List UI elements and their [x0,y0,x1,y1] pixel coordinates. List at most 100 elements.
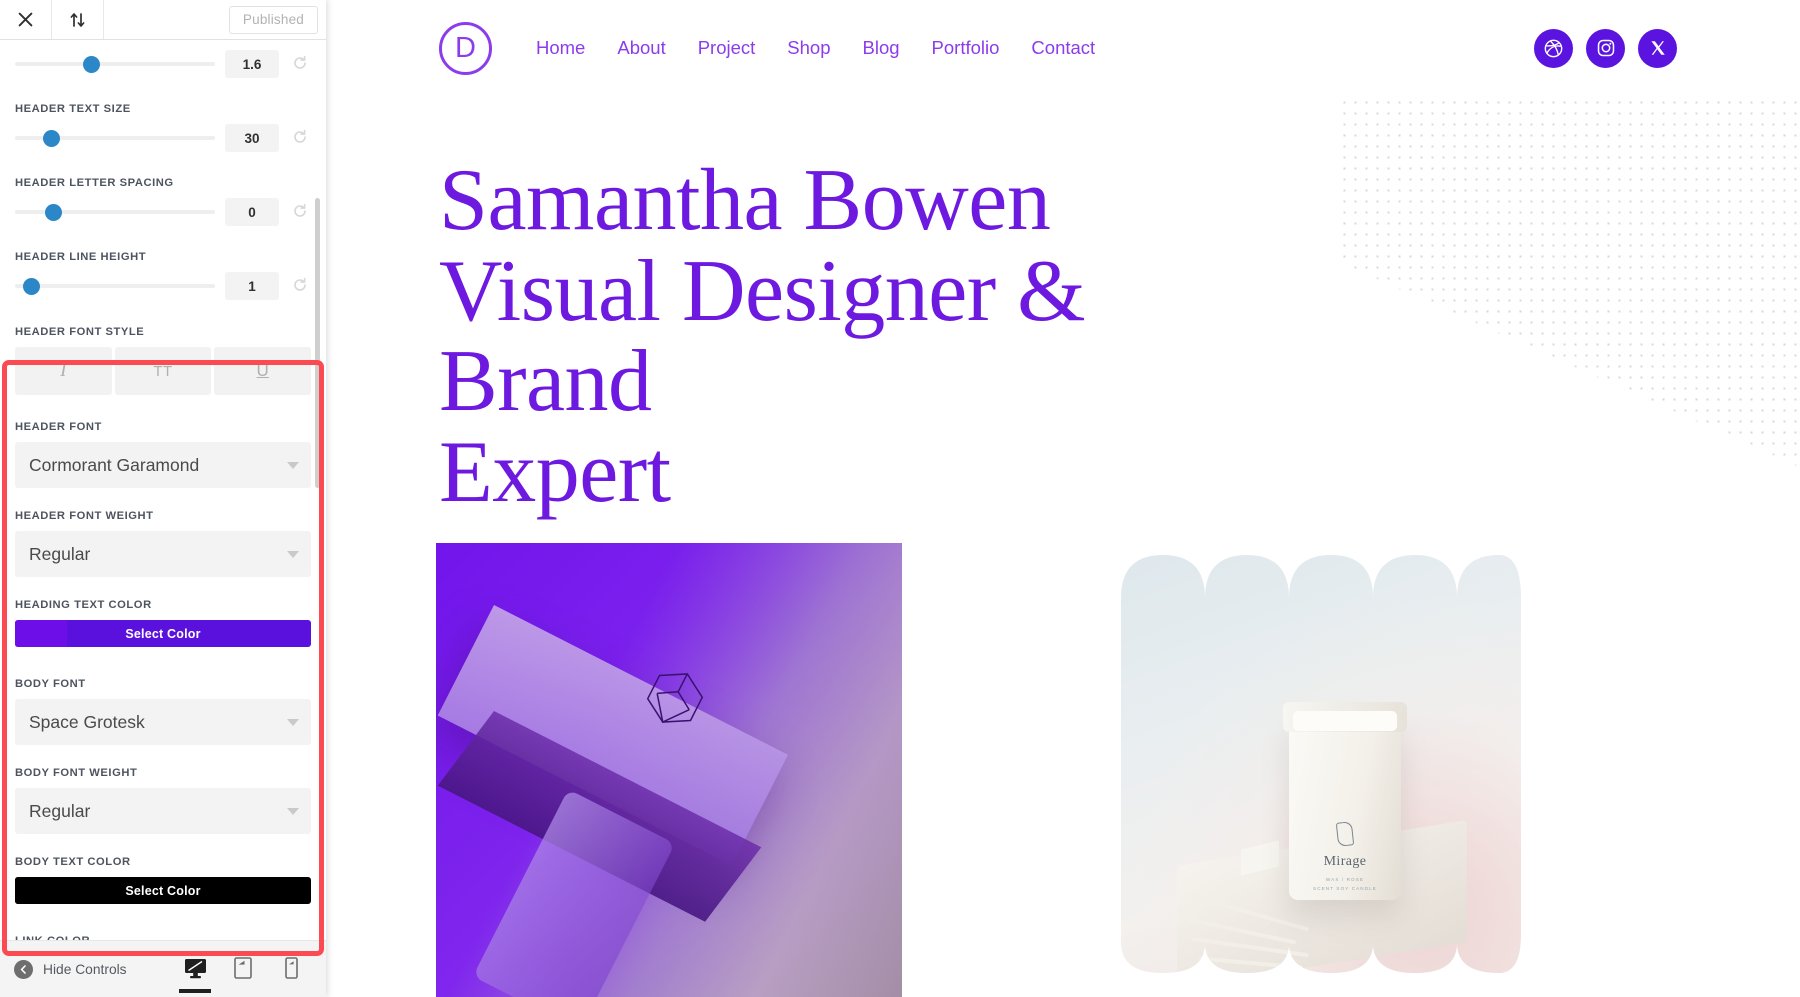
phone-view-icon[interactable] [278,953,304,983]
label-body-font: BODY FONT [15,678,86,690]
nav-item-shop[interactable]: Shop [787,37,830,59]
slider-track-line-height-top[interactable] [15,55,215,73]
nav-item-about[interactable]: About [617,37,665,59]
editor-screen: Published 1.6 HEADER TEXT SIZE 30 HEADER… [0,0,1800,997]
reset-icon-header-line-height[interactable] [289,277,311,296]
setting-row-header-line-height[interactable]: 1 [0,272,326,300]
dribbble-icon[interactable] [1534,28,1573,68]
reset-icon-header-text-size[interactable] [289,129,311,148]
nav-item-portfolio[interactable]: Portfolio [932,37,1000,59]
label-header-font: HEADER FONT [15,421,102,433]
setting-row-line-height-top[interactable]: 1.6 [0,50,326,78]
heading-text-color-swatch [15,620,67,647]
desktop-view-icon[interactable] [179,953,211,993]
label-body-font-weight: BODY FONT WEIGHT [15,767,138,779]
hide-controls-label: Hide Controls [43,961,127,977]
field-body-font-weight: BODY FONT WEIGHT Regular [0,767,326,834]
reset-icon-header-letter-spacing[interactable] [289,203,311,222]
slider-track-header-letter-spacing[interactable] [15,203,215,221]
body-font-weight-select[interactable]: Regular [15,788,311,834]
slider-knob-header-letter-spacing[interactable] [44,203,62,221]
header-font-value: Cormorant Garamond [29,454,200,475]
body-font-value: Space Grotesk [29,711,145,732]
field-header-font-style: HEADER FONT STYLE [0,326,326,338]
panel-toolbar: Published [0,0,326,40]
label-heading-text-color: HEADING TEXT COLOR [15,599,152,611]
hero-line-1: Samantha Bowen [439,152,1051,249]
field-body-font: BODY FONT Space Grotesk [0,678,326,745]
slider-knob-header-line-height[interactable] [22,277,40,295]
nav-item-contact[interactable]: Contact [1031,37,1095,59]
value-line-height-top[interactable]: 1.6 [225,50,279,78]
slider-knob-line-height-top[interactable] [82,55,100,73]
gallery-image-right: Mirage WAX / ROSE SCENT SOY CANDLE [1091,543,1551,997]
dotted-pattern-decoration [1339,97,1800,487]
label-header-text-size: HEADER TEXT SIZE [15,103,131,115]
chevron-down-icon [287,551,299,558]
nav-item-blog[interactable]: Blog [863,37,900,59]
hero-line-3: Expert [439,423,671,521]
body-font-weight-value: Regular [29,800,91,821]
underline-glyph: U [256,361,269,380]
nav-item-project[interactable]: Project [698,37,756,59]
instagram-icon[interactable] [1586,28,1625,68]
label-header-line-height: HEADER LINE HEIGHT [15,251,147,263]
logo-letter: D [455,31,476,64]
panel-bottom-bar: Hide Controls [0,940,326,997]
slider-knob-header-text-size[interactable] [42,129,60,147]
hero-line-2: Visual Designer & Brand [439,242,1086,431]
panel-scroll-area[interactable]: 1.6 HEADER TEXT SIZE 30 HEADER LETTER SP… [0,40,326,965]
hide-controls-button[interactable]: Hide Controls [0,959,127,979]
italic-button[interactable]: I [15,347,112,395]
value-header-text-size[interactable]: 30 [225,124,279,152]
header-font-weight-select[interactable]: Regular [15,531,311,577]
header-font-select[interactable]: Cormorant Garamond [15,442,311,488]
field-header-font-weight: HEADER FONT WEIGHT Regular [0,510,326,577]
setting-row-header-letter-spacing[interactable]: 0 [0,198,326,226]
divi-logo[interactable]: D [439,21,492,75]
underline-button[interactable]: U [214,347,312,395]
body-text-color-swatch [15,877,67,904]
chevron-down-icon [287,719,299,726]
body-font-select[interactable]: Space Grotesk [15,699,311,745]
purple-product-packaging-photo [436,543,902,997]
value-header-line-height[interactable]: 1 [225,272,279,300]
field-header-line-height: HEADER LINE HEIGHT [0,251,326,263]
panel-scrollbar-track[interactable] [315,40,323,965]
back-arrow-icon [14,959,33,979]
field-body-text-color: BODY TEXT COLOR Select Color [0,856,326,904]
gallery-image-left [436,543,902,997]
italic-glyph: I [60,360,67,381]
slider-track-header-line-height[interactable] [15,277,215,295]
heading-text-color-button[interactable]: Select Color [15,620,311,647]
status-badge[interactable]: Published [228,5,318,34]
label-header-letter-spacing: HEADER LETTER SPACING [15,177,174,189]
social-links [1534,28,1677,68]
chevron-down-icon [287,808,299,815]
tablet-view-icon[interactable] [230,953,256,983]
header-font-weight-value: Regular [29,543,91,564]
value-header-letter-spacing[interactable]: 0 [225,198,279,226]
nav-item-home[interactable]: Home [536,37,585,59]
sort-arrows-icon[interactable] [52,0,104,39]
hero-heading: Samantha Bowen Visual Designer & Brand E… [439,152,1269,521]
body-text-color-button[interactable]: Select Color [15,877,311,904]
setting-row-header-text-size[interactable]: 30 [0,124,326,152]
label-header-font-style: HEADER FONT STYLE [15,326,145,338]
uppercase-button[interactable]: TT [114,347,212,395]
field-header-text-size: HEADER TEXT SIZE [0,103,326,115]
label-body-text-color: BODY TEXT COLOR [15,856,131,868]
field-header-letter-spacing: HEADER LETTER SPACING [0,177,326,189]
x-twitter-icon[interactable] [1638,28,1677,68]
panel-scrollbar-thumb[interactable] [315,198,320,488]
device-preview-switcher [179,953,304,993]
site-header: D Home About Project Shop Blog Portfolio… [326,0,1800,96]
field-header-font: HEADER FONT Cormorant Garamond [0,421,326,488]
label-header-font-weight: HEADER FONT WEIGHT [15,510,154,522]
slider-track-header-text-size[interactable] [15,129,215,147]
main-navigation: Home About Project Shop Blog Portfolio C… [536,37,1095,59]
close-icon[interactable] [0,0,52,39]
field-heading-text-color: HEADING TEXT COLOR Select Color [0,599,326,647]
reset-icon-line-height-top[interactable] [289,55,311,74]
